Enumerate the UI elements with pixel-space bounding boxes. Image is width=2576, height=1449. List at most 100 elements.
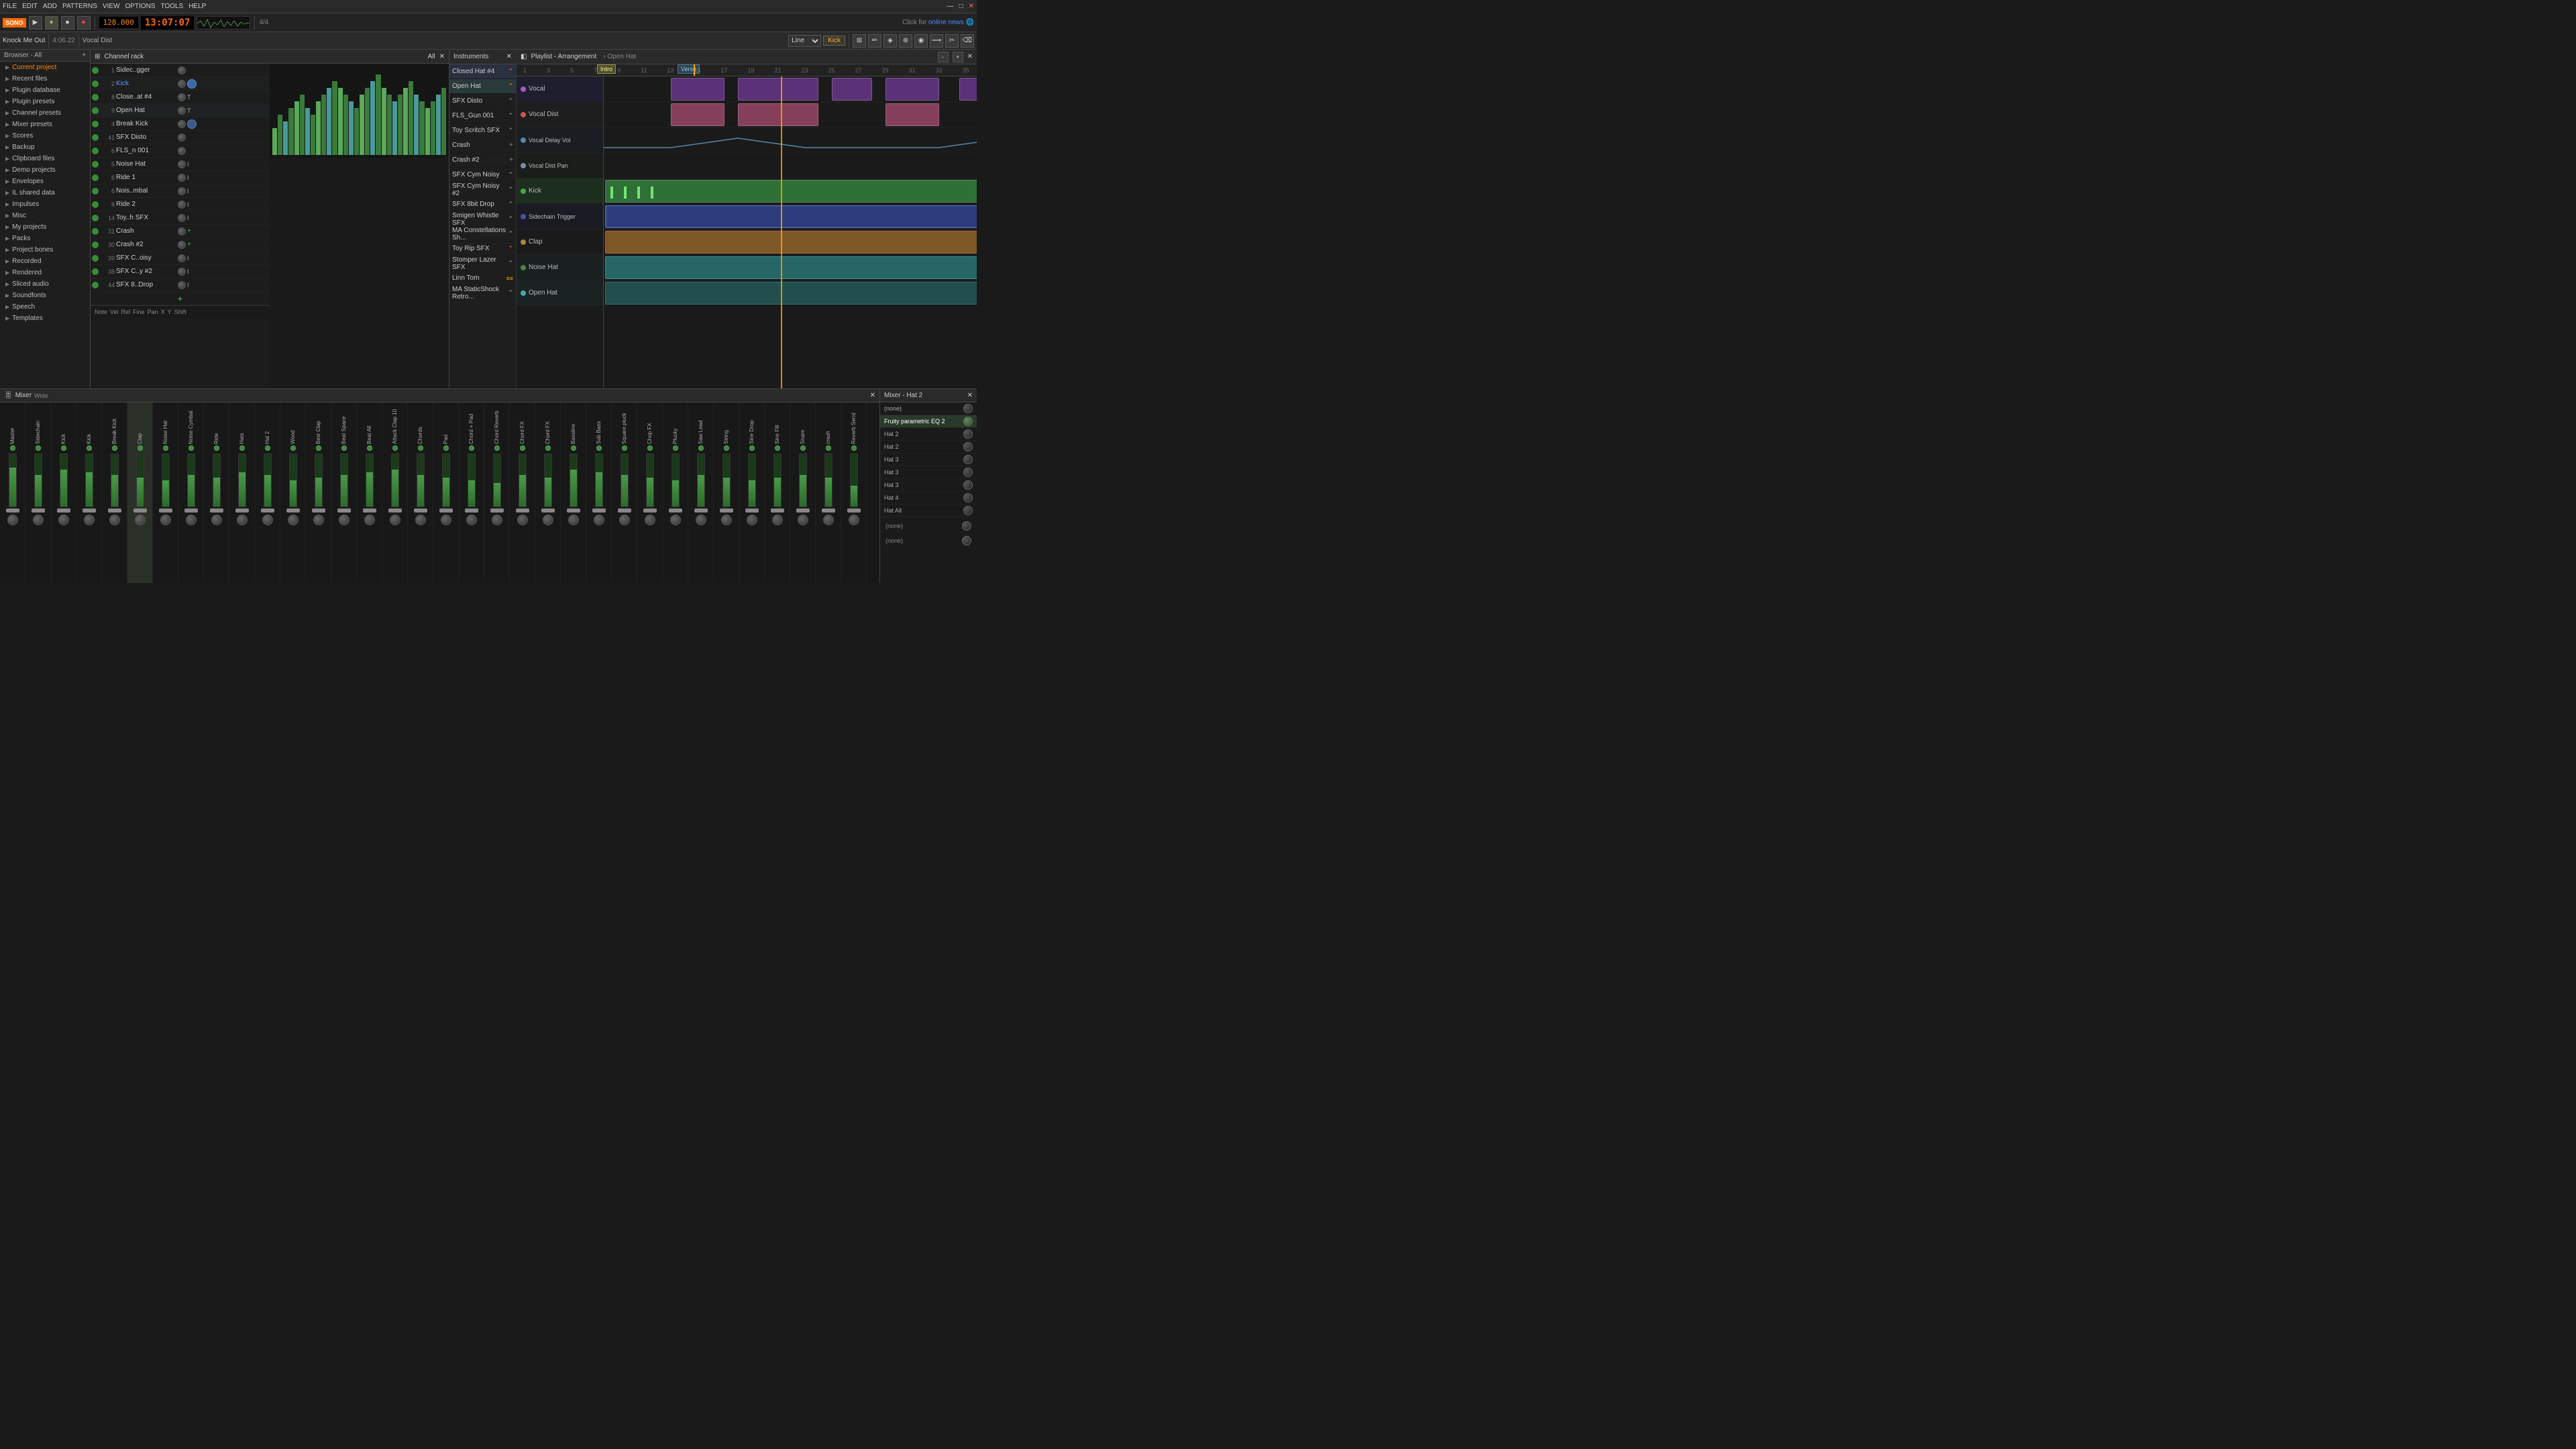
ch-add[interactable]: + <box>187 241 191 248</box>
ch-vol[interactable] <box>178 187 186 195</box>
eq-item-hatall[interactable]: Hat All <box>880 504 977 517</box>
ch-extra-btn[interactable] <box>187 119 197 129</box>
sidebar-item-il-shared[interactable]: ▶ IL shared data <box>0 187 90 199</box>
clip-sidechain-full[interactable] <box>605 205 977 228</box>
track-knob[interactable] <box>415 515 426 525</box>
channel-row-closehat[interactable]: 8 Close..at #4 T <box>91 91 270 104</box>
mixer-track-square-pluck[interactable]: Square pluck <box>612 402 637 583</box>
ch-active-btn[interactable] <box>92 148 99 154</box>
track-active-btn[interactable] <box>418 445 423 451</box>
track-active-btn[interactable] <box>775 445 780 451</box>
step-bar[interactable] <box>431 101 435 155</box>
ch-active-btn[interactable] <box>92 268 99 275</box>
ch-vol[interactable] <box>178 201 186 209</box>
step-bar[interactable] <box>365 88 370 155</box>
sidebar-item-packs[interactable]: ▶ Packs <box>0 233 90 244</box>
track-active-btn[interactable] <box>290 445 296 451</box>
mixer-tracks-scroll[interactable]: MasterSidechainKickKickBreak KickClapNoi… <box>0 402 879 583</box>
eq-item-hat3c[interactable]: Hat 3 <box>880 479 977 492</box>
instr-item-sfxcymnoisy2[interactable]: SFX Cym Noisy #2 ⌃ <box>449 182 516 197</box>
channel-row-openhat[interactable]: 9 Open Hat T <box>91 104 270 117</box>
mixer-track-plucky[interactable]: Plucky <box>663 402 688 583</box>
step-bar[interactable] <box>360 95 364 155</box>
fader-handle[interactable] <box>796 508 810 513</box>
sidebar-item-impulses[interactable]: ▶ Impulses <box>0 199 90 210</box>
send-knob[interactable] <box>963 442 973 451</box>
track-label-clap[interactable]: Clap <box>517 229 603 255</box>
fader-handle[interactable] <box>567 508 580 513</box>
mixer-track-noise-hat[interactable]: Noise Hat <box>153 402 178 583</box>
mixer-track-sine-fill[interactable]: Sine Fill <box>765 402 790 583</box>
send-knob2[interactable] <box>962 536 971 545</box>
mixer-track-clap[interactable]: Clap <box>127 402 153 583</box>
fader-handle[interactable] <box>32 508 45 513</box>
instr-item-crash[interactable]: Crash + <box>449 138 516 153</box>
window-maximize[interactable]: □ <box>959 3 963 10</box>
sidebar-item-demo-projects[interactable]: ▶ Demo projects <box>0 164 90 176</box>
instr-add[interactable]: + <box>509 156 513 164</box>
mixer-track-sidechain[interactable]: Sidechain <box>25 402 51 583</box>
ch-active-btn[interactable] <box>92 188 99 195</box>
send-knob[interactable] <box>963 429 973 439</box>
track-knob[interactable] <box>58 515 69 525</box>
mixer-track-wood[interactable]: Wood <box>280 402 306 583</box>
step-bar[interactable] <box>283 121 288 155</box>
eq-item-hat3[interactable]: Hat 3 <box>880 453 977 466</box>
track-active-btn[interactable] <box>647 445 653 451</box>
window-close[interactable]: ✕ <box>969 3 974 10</box>
track-knob[interactable] <box>262 515 273 525</box>
clip[interactable] <box>885 78 939 101</box>
channel-row-sfxcy2[interactable]: 38 SFX C..y #2 I <box>91 265 270 278</box>
ch-extra-btn[interactable] <box>187 79 197 89</box>
track-active-btn[interactable] <box>596 445 602 451</box>
fader-handle[interactable] <box>847 508 861 513</box>
track-active-btn[interactable] <box>189 445 194 451</box>
fader-handle[interactable] <box>83 508 96 513</box>
mixer-track-break-kick[interactable]: Break Kick <box>102 402 127 583</box>
sidebar-item-sliced-audio[interactable]: ▶ Sliced audio <box>0 278 90 290</box>
ch-vol[interactable] <box>178 174 186 182</box>
mixer-track-chop-fx[interactable]: Chop FX <box>637 402 663 583</box>
playlist-zoom-in[interactable]: + <box>953 52 963 62</box>
track-active-btn[interactable] <box>749 445 755 451</box>
ch-vol[interactable] <box>178 160 186 168</box>
track-active-btn[interactable] <box>239 445 245 451</box>
menu-tools[interactable]: TOOLS <box>160 3 183 10</box>
tool-mute[interactable]: ◉ <box>914 34 928 48</box>
instr-item-mastatic[interactable]: MA StaticShock Retro... ⌃ <box>449 286 516 301</box>
track-knob[interactable] <box>211 515 222 525</box>
track-active-btn[interactable] <box>36 445 41 451</box>
track-active-btn[interactable] <box>112 445 117 451</box>
clip[interactable] <box>738 78 818 101</box>
track-active-btn[interactable] <box>392 445 398 451</box>
track-knob[interactable] <box>696 515 706 525</box>
tool-del[interactable]: ⌫ <box>961 34 974 48</box>
step-bar[interactable] <box>354 108 359 155</box>
track-knob[interactable] <box>135 515 146 525</box>
instr-item-linntom[interactable]: Linn Tom ≡≡ <box>449 271 516 286</box>
instr-item-sfxdisto[interactable]: SFX Disto ⌃ <box>449 94 516 109</box>
step-bar[interactable] <box>436 95 441 155</box>
stop-button[interactable]: ⏹ <box>61 16 74 30</box>
fader-handle[interactable] <box>57 508 70 513</box>
eq-item-fruity-eq[interactable]: Fruity parametric EQ 2 <box>880 415 977 428</box>
sidebar-item-recent-files[interactable]: ▶ Recent files <box>0 73 90 85</box>
fader-handle[interactable] <box>771 508 784 513</box>
ch-vol[interactable] <box>178 107 186 115</box>
track-active-btn[interactable] <box>520 445 525 451</box>
step-bar[interactable] <box>398 95 402 155</box>
channel-row-sidechain[interactable]: 1 Sidec..gger <box>91 64 270 77</box>
track-knob[interactable] <box>84 515 95 525</box>
menu-file[interactable]: FILE <box>3 3 17 10</box>
track-knob[interactable] <box>772 515 783 525</box>
track-knob[interactable] <box>7 515 18 525</box>
track-active-btn[interactable] <box>214 445 219 451</box>
record-button[interactable]: ⏺ <box>77 16 91 30</box>
sidebar-item-plugin-presets[interactable]: ▶ Plugin presets <box>0 96 90 107</box>
clip[interactable] <box>959 78 977 101</box>
menu-edit[interactable]: EDIT <box>22 3 38 10</box>
fader-handle[interactable] <box>669 508 682 513</box>
track-knob[interactable] <box>288 515 299 525</box>
mixer-track-sine-drop[interactable]: Sine Drop <box>739 402 765 583</box>
step-bar[interactable] <box>321 95 326 155</box>
